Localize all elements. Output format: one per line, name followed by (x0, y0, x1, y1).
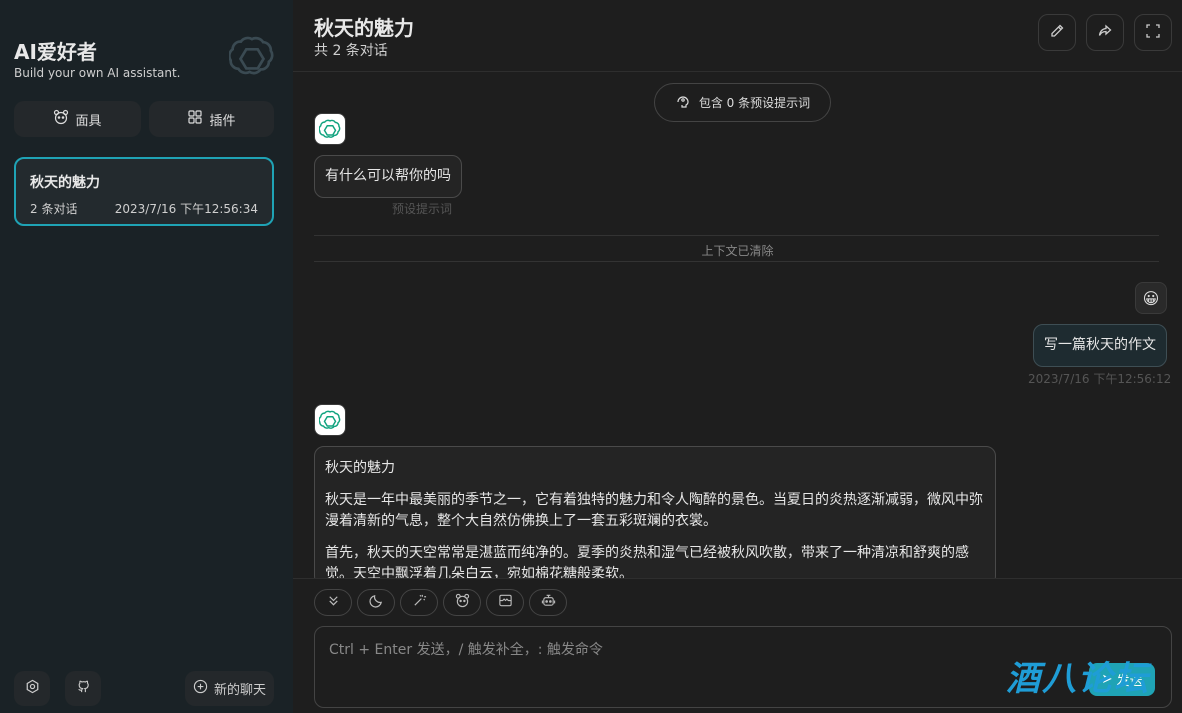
openai-logo-icon (227, 33, 275, 79)
github-button[interactable] (65, 671, 101, 706)
preset-message-bubble: 有什么可以帮你的吗 (314, 155, 462, 198)
settings-button[interactable] (14, 671, 50, 706)
context-cleared-label: 上下文已清除 (701, 244, 774, 258)
bot-avatar (314, 113, 346, 145)
fullscreen-button[interactable] (1134, 14, 1172, 51)
new-chat-button[interactable]: 新的聊天 (185, 671, 274, 706)
pencil-icon (1049, 23, 1065, 43)
share-icon (1097, 23, 1113, 43)
plugin-button-label: 插件 (209, 113, 236, 129)
chat-subtitle: 共 2 条对话 (314, 43, 388, 59)
chat-title: 秋天的魅力 (314, 16, 414, 40)
chat-item-count: 2 条对话 (30, 202, 78, 216)
app-title: AI爱好者 (14, 40, 97, 64)
preset-prompts-toggle[interactable]: 包含 0 条预设提示词 (654, 83, 831, 122)
openai-icon (319, 410, 341, 429)
smiley-icon: 😀 (1142, 288, 1160, 308)
bot-message-title: 秋天的魅力 (325, 460, 395, 476)
composer: ➤ 发送 酒八论坛 (293, 578, 1182, 713)
gear-icon (25, 679, 40, 698)
chat-list-item[interactable]: 秋天的魅力 2 条对话 2023/7/16 下午12:56:34 (14, 157, 274, 226)
preset-prompts-label: 包含 0 条预设提示词 (698, 96, 811, 110)
prompt-icon (675, 93, 691, 112)
chat-item-title: 秋天的魅力 (30, 175, 100, 191)
double-chevron-down-icon (326, 593, 341, 612)
user-message-text: 写一篇秋天的作文 (1044, 337, 1156, 353)
prompt-button[interactable] (400, 589, 438, 616)
divider-top (314, 235, 1159, 236)
scroll-bottom-button[interactable] (314, 589, 352, 616)
sidebar: AI爱好者 Build your own AI assistant. 面具 插件… (0, 0, 293, 713)
bot-avatar (314, 404, 346, 436)
new-chat-label: 新的聊天 (213, 683, 266, 698)
mask-tool-button[interactable] (443, 589, 481, 616)
plus-circle-icon (193, 679, 208, 698)
user-message-bubble: 写一篇秋天的作文 (1033, 324, 1167, 367)
chat-header: 秋天的魅力 共 2 条对话 (293, 0, 1182, 72)
mask-button[interactable]: 面具 (14, 101, 141, 137)
grid-icon (187, 109, 203, 129)
user-avatar: 😀 (1135, 282, 1167, 314)
app-subtitle: Build your own AI assistant. (14, 66, 181, 80)
share-button[interactable] (1086, 14, 1124, 51)
preset-message-meta: 预设提示词 (392, 202, 453, 216)
watermark-logo: 酒八论坛 (1006, 659, 1150, 699)
theme-button[interactable] (357, 589, 395, 616)
break-icon (498, 593, 513, 612)
bot-message-paragraph: 秋天是一年中最美丽的季节之一，它有着独特的魅力和令人陶醉的景色。当夏日的炎热逐渐… (325, 492, 983, 529)
bot-message-bubble: 秋天的魅力 秋天是一年中最美丽的季节之一，它有着独特的魅力和令人陶醉的景色。当夏… (314, 446, 996, 586)
moon-icon (368, 593, 384, 612)
expand-icon (1145, 23, 1161, 43)
chat-item-time: 2023/7/16 下午12:56:34 (114, 202, 258, 216)
github-icon (76, 679, 91, 698)
plugin-button[interactable]: 插件 (149, 101, 274, 137)
divider-bottom (314, 261, 1159, 262)
robot-icon (541, 593, 556, 612)
mask-button-label: 面具 (75, 113, 102, 129)
rename-button[interactable] (1038, 14, 1076, 51)
mask-icon (53, 109, 69, 129)
clear-context-button[interactable] (486, 589, 524, 616)
user-message-time: 2023/7/16 下午12:56:12 (1028, 372, 1172, 386)
chat-main: 秋天的魅力 共 2 条对话 包含 0 条预设提示词 有什么可以帮你的吗 预设提示… (293, 0, 1182, 713)
openai-icon (319, 119, 341, 138)
mask-icon (455, 593, 470, 612)
preset-message-text: 有什么可以帮你的吗 (325, 168, 451, 184)
magic-wand-icon (412, 593, 427, 612)
robot-button[interactable] (529, 589, 567, 616)
